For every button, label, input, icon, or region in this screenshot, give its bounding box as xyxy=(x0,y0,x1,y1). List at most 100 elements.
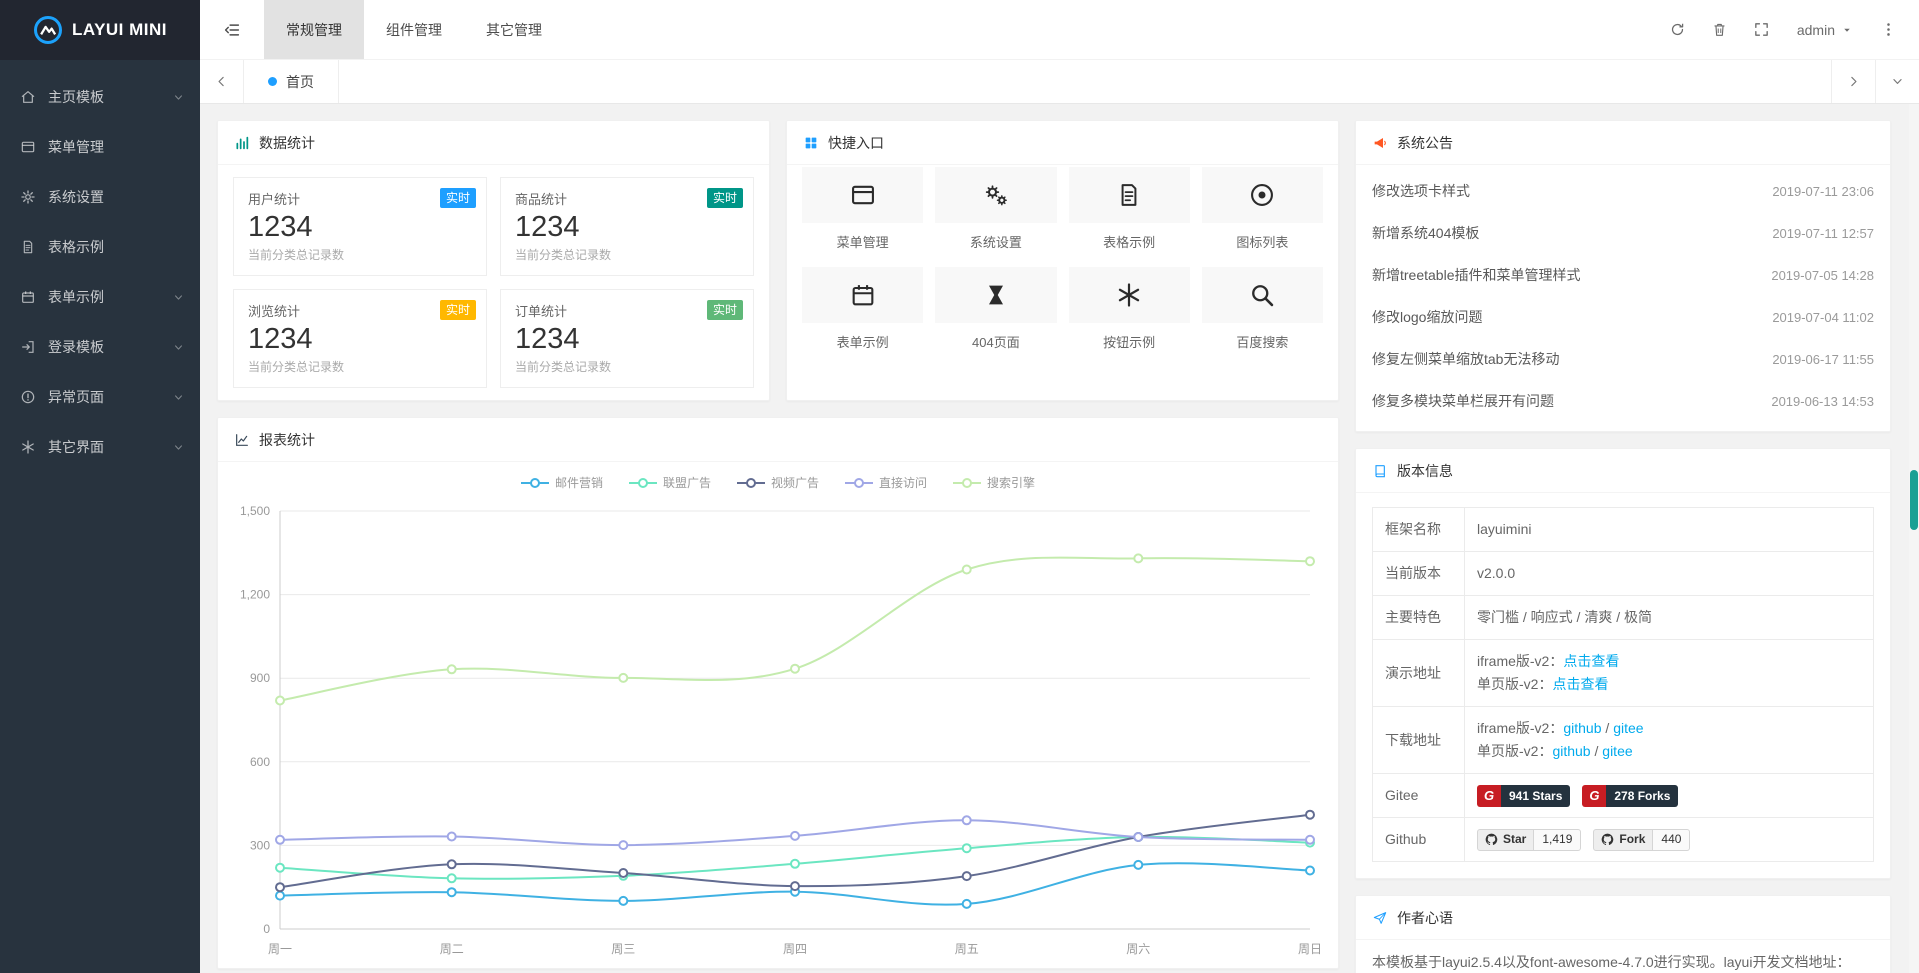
app-logo[interactable]: LAYUI MINI xyxy=(0,0,200,60)
quick-item-table-demo[interactable]: 表格示例 xyxy=(1069,167,1190,251)
top-header: LAYUI MINI 常规管理 组件管理 其它管理 admin xyxy=(0,0,1919,60)
sidebar-item-menu-management[interactable]: 菜单管理 xyxy=(0,122,200,172)
sidebar: 主页模板 菜单管理 系统设置 表格示例 表单示例 登录模板 异常页面 xyxy=(0,60,200,973)
quick-item-form-demo[interactable]: 表单示例 xyxy=(802,267,923,351)
tabs-menu-button[interactable] xyxy=(1875,60,1919,103)
calendar-icon xyxy=(20,289,36,305)
tab-home[interactable]: 首页 xyxy=(244,60,339,103)
header-body: 常规管理 组件管理 其它管理 admin xyxy=(200,0,1919,59)
tabs-scroll-right-button[interactable] xyxy=(1831,60,1875,103)
quick-entry-card: 快捷入口 菜单管理 系统设置 xyxy=(786,120,1339,401)
announcement-date: 2019-06-17 11:55 xyxy=(1772,352,1874,367)
legend-item-视频广告[interactable]: 视频广告 xyxy=(737,474,819,491)
scrollbar-thumb[interactable] xyxy=(1910,470,1918,530)
legend-marker-icon xyxy=(737,477,765,489)
sidebar-item-label: 主页模板 xyxy=(48,87,104,107)
sidebar-item-label: 其它界面 xyxy=(48,437,104,457)
card-title: 数据统计 xyxy=(259,133,315,153)
chevron-down-icon xyxy=(173,292,184,303)
download-iframe-github-link[interactable]: github xyxy=(1563,720,1601,736)
table-row: Github Star 1,419 Fork xyxy=(1373,818,1874,862)
github-star-button[interactable]: Star 1,419 xyxy=(1477,829,1581,851)
tab-active-dot xyxy=(268,77,277,86)
legend-item-直接访问[interactable]: 直接访问 xyxy=(845,474,927,491)
gitee-logo-icon: G xyxy=(1477,785,1501,807)
app-title: LAYUI MINI xyxy=(72,20,167,40)
download-spa-gitee-link[interactable]: gitee xyxy=(1602,743,1632,759)
sidebar-item-error-pages[interactable]: 异常页面 xyxy=(0,372,200,422)
demo-spa-link[interactable]: 点击查看 xyxy=(1552,676,1608,692)
header-tab-general[interactable]: 常规管理 xyxy=(264,0,364,59)
chevron-down-icon xyxy=(173,92,184,103)
quick-item-404-page[interactable]: 404页面 xyxy=(935,267,1056,351)
version-card: 版本信息 框架名称 layuimini 当前版本 v2.0.0 xyxy=(1355,448,1891,879)
line-chart-icon xyxy=(234,432,250,448)
svg-text:300: 300 xyxy=(250,838,270,852)
sidebar-item-home-template[interactable]: 主页模板 xyxy=(0,72,200,122)
octocat-icon xyxy=(1485,833,1498,846)
sidebar-item-other-pages[interactable]: 其它界面 xyxy=(0,422,200,472)
legend-marker-icon xyxy=(521,477,549,489)
trash-icon xyxy=(1711,21,1728,38)
svg-text:周六: 周六 xyxy=(1126,942,1150,956)
card-title: 作者心语 xyxy=(1397,908,1453,928)
legend-item-联盟广告[interactable]: 联盟广告 xyxy=(629,474,711,491)
announcement-date: 2019-06-13 14:53 xyxy=(1771,394,1874,409)
announcement-item[interactable]: 新增treetable插件和菜单管理样式 2019-07-05 14:28 xyxy=(1372,254,1874,296)
refresh-button[interactable] xyxy=(1657,0,1699,60)
demo-iframe-link[interactable]: 点击查看 xyxy=(1563,653,1619,669)
hourglass-icon xyxy=(982,281,1010,309)
announcement-item[interactable]: 修复左侧菜单缩放tab无法移动 2019-06-17 11:55 xyxy=(1372,338,1874,380)
download-spa-github-link[interactable]: github xyxy=(1552,743,1590,759)
search-icon xyxy=(1248,281,1276,309)
tabs-scroll-left-button[interactable] xyxy=(200,60,244,103)
header-tab-components[interactable]: 组件管理 xyxy=(364,0,464,59)
sidebar-item-login-template[interactable]: 登录模板 xyxy=(0,322,200,372)
announcement-item[interactable]: 修改选项卡样式 2019-07-11 23:06 xyxy=(1372,170,1874,212)
legend-item-邮件营销[interactable]: 邮件营销 xyxy=(521,474,603,491)
sidebar-item-form-demo[interactable]: 表单示例 xyxy=(0,272,200,322)
home-icon xyxy=(20,89,36,105)
status-badge: 实时 xyxy=(707,300,743,320)
table-row: 下载地址 iframe版-v2：github / gitee 单页版-v2：gi… xyxy=(1373,707,1874,774)
svg-text:1,200: 1,200 xyxy=(240,588,270,602)
sidebar-item-label: 登录模板 xyxy=(48,337,104,357)
sidebar-collapse-button[interactable] xyxy=(200,0,264,59)
octocat-icon xyxy=(1601,833,1614,846)
scrollbar-track[interactable] xyxy=(1909,104,1919,973)
legend-item-搜索引擎[interactable]: 搜索引擎 xyxy=(953,474,1035,491)
quick-item-icon-list[interactable]: 图标列表 xyxy=(1202,167,1323,251)
card-title: 版本信息 xyxy=(1397,461,1453,481)
announcement-item[interactable]: 新增系统404模板 2019-07-11 12:57 xyxy=(1372,212,1874,254)
fullscreen-button[interactable] xyxy=(1741,0,1783,60)
sidebar-item-table-demo[interactable]: 表格示例 xyxy=(0,222,200,272)
window-icon xyxy=(20,139,36,155)
quick-item-button-demo[interactable]: 按钮示例 xyxy=(1069,267,1190,351)
sidebar-item-label: 表单示例 xyxy=(48,287,104,307)
download-iframe-gitee-link[interactable]: gitee xyxy=(1613,720,1643,736)
quick-item-menu-management[interactable]: 菜单管理 xyxy=(802,167,923,251)
svg-text:周四: 周四 xyxy=(783,942,807,956)
github-fork-button[interactable]: Fork 440 xyxy=(1593,829,1690,851)
announcement-item[interactable]: 修复多模块菜单栏展开有问题 2019-06-13 14:53 xyxy=(1372,380,1874,422)
window-icon xyxy=(849,181,877,209)
tabbar-spacer xyxy=(339,60,1831,103)
caret-down-icon xyxy=(1841,24,1853,36)
quick-item-system-settings[interactable]: 系统设置 xyxy=(935,167,1056,251)
card-title: 快捷入口 xyxy=(828,133,884,153)
clear-cache-button[interactable] xyxy=(1699,0,1741,60)
gitee-stars-badge[interactable]: G 941 Stars xyxy=(1477,785,1570,807)
announcement-item[interactable]: 修改logo缩放问题 2019-07-04 11:02 xyxy=(1372,296,1874,338)
tab-home-label: 首页 xyxy=(286,72,314,92)
chart-legend: 邮件营销 联盟广告 视频广告 直接访问 搜索引擎 xyxy=(218,462,1338,493)
stats-card: 数据统计 用户统计 实时 1234 当前分类总记录数 商品统计 实 xyxy=(217,120,770,401)
quick-item-baidu-search[interactable]: 百度搜索 xyxy=(1202,267,1323,351)
user-menu[interactable]: admin xyxy=(1783,22,1867,38)
tab-bar: 首页 xyxy=(200,60,1919,104)
version-book-icon xyxy=(1372,463,1388,479)
header-tab-other[interactable]: 其它管理 xyxy=(464,0,564,59)
sidebar-item-system-settings[interactable]: 系统设置 xyxy=(0,172,200,222)
gitee-forks-badge[interactable]: G 278 Forks xyxy=(1582,785,1678,807)
more-menu-button[interactable] xyxy=(1867,0,1909,60)
svg-text:600: 600 xyxy=(250,755,270,769)
